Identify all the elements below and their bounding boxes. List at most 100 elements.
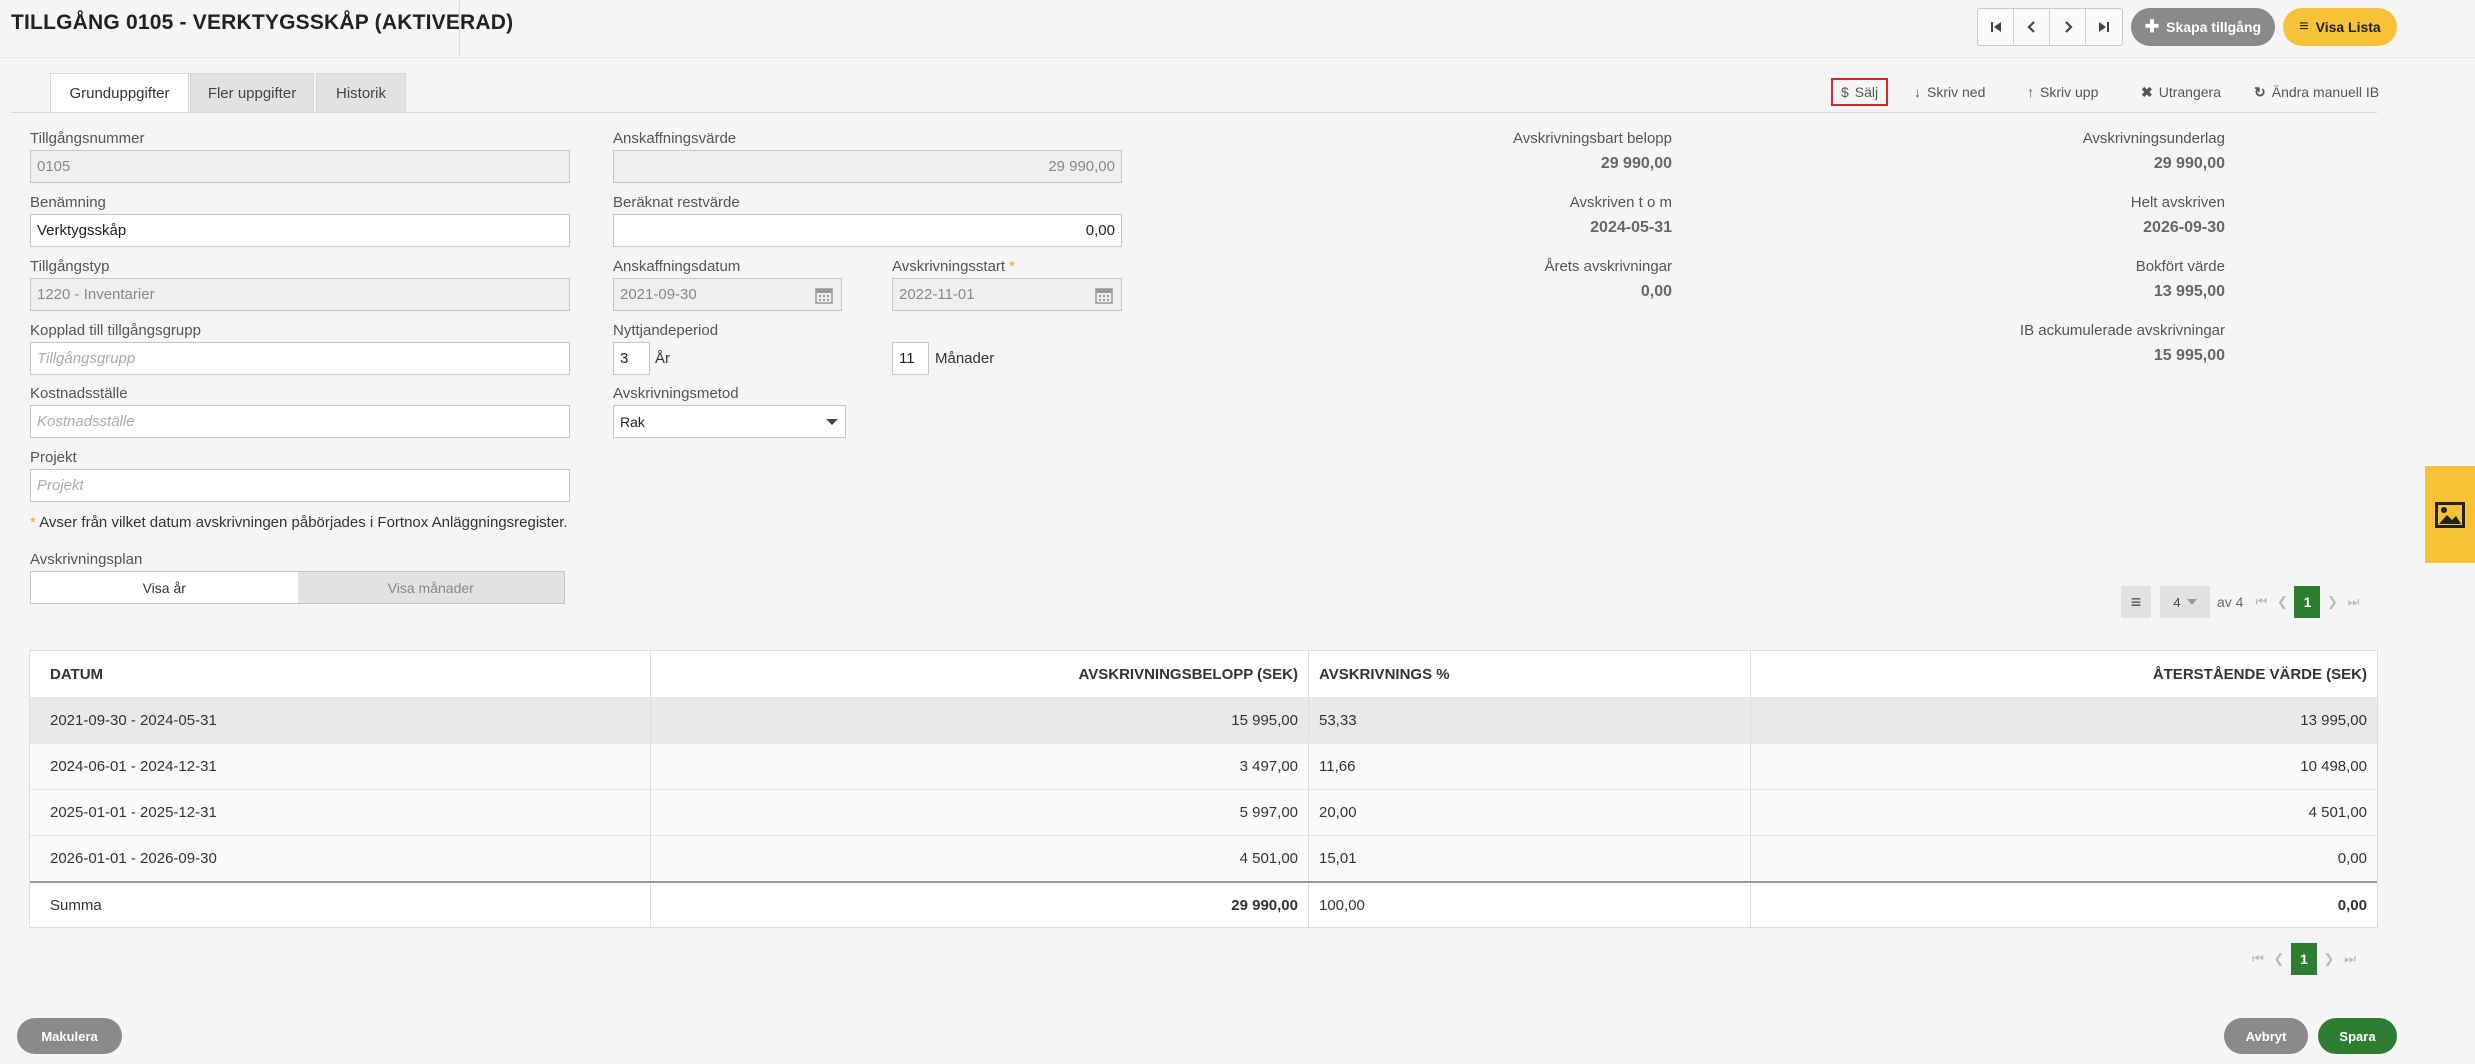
next-record-button[interactable] <box>2050 9 2086 45</box>
write-down-button[interactable]: ↓ Skriv ned <box>1914 78 1985 106</box>
table-row[interactable]: 2025-01-01 - 2025-12-31 5 997,00 20,00 4… <box>30 789 2377 835</box>
next-page-icon[interactable]: ❯ <box>2325 594 2339 610</box>
cell-percent: 53,33 <box>1309 698 1751 743</box>
list-icon: ≡ <box>2299 18 2309 35</box>
first-record-button[interactable] <box>1978 9 2014 45</box>
table-row[interactable]: 2024-06-01 - 2024-12-31 3 497,00 11,66 1… <box>30 743 2377 789</box>
header-date[interactable]: DATUM <box>30 651 651 697</box>
book-value-value: 13 995,00 <box>2153 283 2225 300</box>
prev-page-icon[interactable]: ❮ <box>2275 594 2289 610</box>
write-up-button[interactable]: ↑ Skriv upp <box>2027 78 2098 106</box>
asset-number-label: Tillgångsnummer <box>30 130 145 147</box>
method-select[interactable]: Rak <box>613 405 846 438</box>
ib-accumulated-label: IB ackumulerade avskrivningar <box>2019 322 2225 339</box>
table-row[interactable]: 2021-09-30 - 2024-05-31 15 995,00 53,33 … <box>30 697 2377 743</box>
title-divider <box>459 0 460 56</box>
ib-accumulated-value: 15 995,00 <box>2153 347 2225 364</box>
total-percent: 100,00 <box>1309 883 1751 927</box>
fully-depreciated-value: 2026-09-30 <box>2143 219 2225 236</box>
sell-button[interactable]: $ Sälj <box>1831 78 1889 106</box>
page-count: av 4 <box>2217 594 2244 610</box>
list-settings-button[interactable]: ≡ <box>2121 586 2151 618</box>
last-page-icon[interactable]: ⏭ <box>2342 951 2358 967</box>
cell-remaining: 10 498,00 <box>2300 758 2367 775</box>
cost-center-field[interactable]: Kostnadsställe <box>30 405 570 438</box>
cell-remaining: 13 995,00 <box>2300 712 2367 729</box>
record-navigation <box>1977 8 2123 46</box>
skip-last-icon <box>2099 22 2109 32</box>
asset-group-label: Kopplad till tillgångsgrupp <box>30 322 201 339</box>
depreciation-start-text: Avskrivningsstart <box>892 258 1006 275</box>
name-field[interactable]: Verktygsskåp <box>30 214 570 247</box>
write-down-label: Skriv ned <box>1927 84 1986 100</box>
next-page-icon[interactable]: ❯ <box>2322 951 2336 967</box>
tab-grunduppgifter[interactable]: Grunduppgifter <box>50 73 189 113</box>
create-asset-button[interactable]: ✚ Skapa tillgång <box>2131 8 2275 46</box>
method-value: Rak <box>620 413 645 430</box>
top-pager: ≡ 4 av 4 ⏮ ❮ 1 ❯ ⏭ <box>2121 586 2361 618</box>
image-side-tab[interactable] <box>2425 466 2475 563</box>
close-icon: ✖ <box>2141 83 2153 100</box>
prev-record-button[interactable] <box>2014 9 2050 45</box>
menu-icon: ≡ <box>2130 591 2142 612</box>
first-page-icon[interactable]: ⏮ <box>2253 594 2269 610</box>
depreciation-start-label: Avskrivningsstart * <box>892 258 1015 275</box>
calendar-icon[interactable] <box>815 286 833 304</box>
cell-date: 2025-01-01 - 2025-12-31 <box>30 790 651 835</box>
depreciation-plan-table: DATUM AVSKRIVNINGSBELOPP (SEK) AVSKRIVNI… <box>29 650 2378 928</box>
header-percent[interactable]: AVSKRIVNINGS % <box>1309 651 1751 697</box>
header-amount[interactable]: AVSKRIVNINGSBELOPP (SEK) <box>651 651 1309 697</box>
chevron-right-icon <box>2064 21 2073 33</box>
months-unit: Månader <box>935 350 995 367</box>
fully-depreciated-label: Helt avskriven <box>2130 194 2225 211</box>
scrap-button[interactable]: Makulera <box>17 1018 122 1054</box>
tab-underline <box>11 112 2377 113</box>
cell-percent: 20,00 <box>1309 790 1751 835</box>
dispose-label: Utrangera <box>2158 84 2221 100</box>
table-row[interactable]: 2026-01-01 - 2026-09-30 4 501,00 15,01 0… <box>30 835 2377 881</box>
dispose-button[interactable]: ✖ Utrangera <box>2141 78 2221 106</box>
prev-page-icon[interactable]: ❮ <box>2272 951 2286 967</box>
asset-group-field[interactable]: Tillgångsgrupp <box>30 342 570 375</box>
arrow-down-icon: ↓ <box>1914 84 1921 100</box>
current-page[interactable]: 1 <box>2291 943 2317 975</box>
calendar-icon[interactable] <box>1095 286 1113 304</box>
book-value-label: Bokfört värde <box>2135 258 2225 275</box>
cell-date: 2024-06-01 - 2024-12-31 <box>30 744 651 789</box>
last-record-button[interactable] <box>2086 9 2122 45</box>
years-field[interactable]: 3 <box>613 342 650 375</box>
current-page[interactable]: 1 <box>2294 586 2321 618</box>
years-unit: År <box>655 350 670 367</box>
acquisition-date-value: 2021-09-30 <box>620 286 697 303</box>
show-list-button[interactable]: ≡ Visa Lista <box>2283 8 2397 46</box>
first-page-icon[interactable]: ⏮ <box>2250 951 2266 967</box>
image-icon <box>2435 501 2465 528</box>
start-date-note: * Avser från vilket datum avskrivningen … <box>30 514 568 531</box>
per-page-value: 4 <box>2173 594 2181 610</box>
tab-fler-uppgifter[interactable]: Fler uppgifter <box>190 73 314 113</box>
refresh-icon: ↻ <box>2254 83 2266 100</box>
table-header: DATUM AVSKRIVNINGSBELOPP (SEK) AVSKRIVNI… <box>30 651 2377 697</box>
depreciated-to-label: Avskriven t o m <box>1569 194 1672 211</box>
save-button[interactable]: Spara <box>2318 1018 2397 1054</box>
method-label: Avskrivningsmetod <box>613 385 739 402</box>
project-field[interactable]: Projekt <box>30 469 570 502</box>
view-month-button[interactable]: Visa månader <box>297 572 564 603</box>
caret-down-icon <box>2186 599 2197 605</box>
cell-percent: 15,01 <box>1309 836 1751 881</box>
residual-value-field[interactable]: 0,00 <box>613 214 1122 247</box>
tab-historik[interactable]: Historik <box>316 73 406 113</box>
last-page-icon[interactable]: ⏭ <box>2345 594 2361 610</box>
per-page-select[interactable]: 4 <box>2160 586 2210 618</box>
header-remaining[interactable]: ÅTERSTÅENDE VÄRDE (SEK) <box>1751 651 2377 697</box>
change-ib-button[interactable]: ↻ Ändra manuell IB <box>2254 78 2379 106</box>
months-field[interactable]: 11 <box>892 342 929 375</box>
cancel-button[interactable]: Avbryt <box>2224 1018 2308 1054</box>
total-label: Summa <box>30 883 651 927</box>
cell-amount: 4 501,00 <box>651 836 1309 881</box>
total-remaining: 0,00 <box>2337 896 2367 914</box>
depreciated-to-value: 2024-05-31 <box>1590 219 1672 236</box>
cell-remaining: 0,00 <box>2337 850 2367 867</box>
cell-amount: 15 995,00 <box>651 698 1309 743</box>
view-year-button[interactable]: Visa år <box>31 572 298 603</box>
